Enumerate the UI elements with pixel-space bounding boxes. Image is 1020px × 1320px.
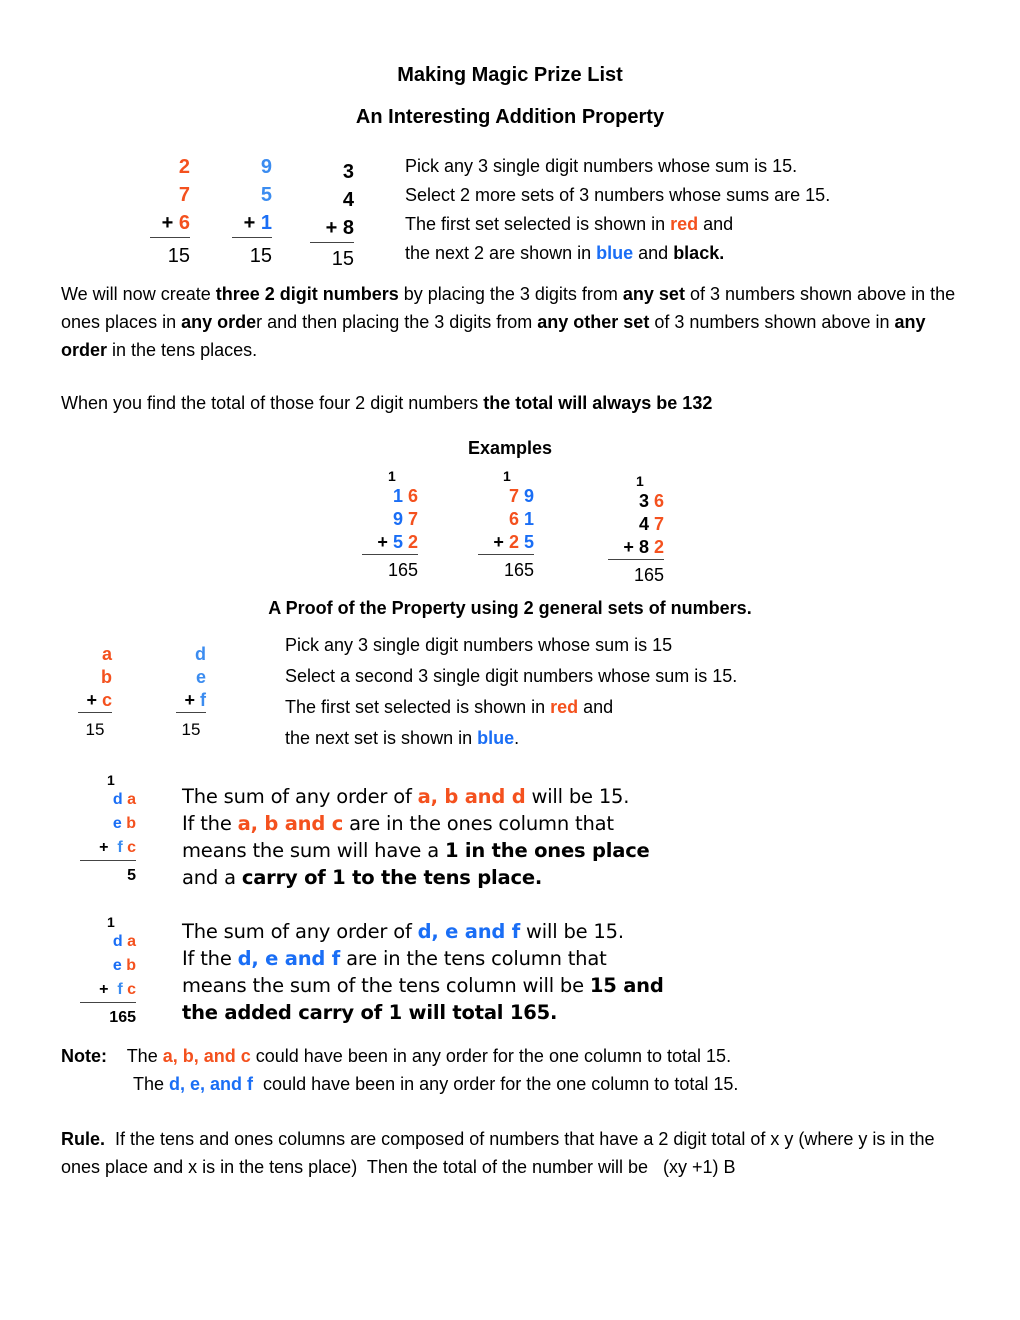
example-total: 165 [387,560,418,580]
example-1: 1 1 6 9 7 + 5 2 165 [362,467,418,582]
total-statement: When you find the total of those four 2 … [61,393,713,413]
digit: 9 [260,156,272,178]
step1-text: The sum of any order of a, b and d will … [182,785,650,889]
digit: 2 [178,156,190,178]
digit: 8 [342,217,354,239]
intro-line: Select 2 more sets of 3 numbers whose su… [405,185,831,205]
rule: Rule. If the tens and ones columns are c… [61,1129,940,1177]
set-sum: 15 [249,245,272,267]
intro-line: Pick any 3 single digit numbers whose su… [405,156,798,176]
proof-line: The first set selected is shown in red a… [285,697,614,717]
step2-text: The sum of any order of d, e and f will … [182,920,664,1024]
proof-line: the next set is shown in blue. [285,728,520,748]
plus-sign: + [161,212,174,234]
proof-blue-set: d e + f 15 [176,643,206,744]
set-sum: 15 [331,248,354,270]
intro-line: the next 2 are shown in blue and black. [405,243,725,263]
page-title: Making Magic Prize List [397,64,623,86]
set-sum: 15 [167,245,190,267]
explanation-paragraph: We will now create three 2 digit numbers… [61,284,956,360]
proof-line: Pick any 3 single digit numbers whose su… [285,635,673,655]
carry: 1 [636,473,644,489]
intro-line: The first set selected is shown in red a… [405,214,734,234]
step2-total: 165 [109,1009,136,1026]
digit: 5 [260,184,272,206]
set-black: 3 4 + 8 15 [310,158,354,273]
digit: 1 [260,212,272,234]
plus-sign: + [243,212,256,234]
proof-line: Select a second 3 single digit numbers w… [285,666,738,686]
example-total: 165 [503,560,534,580]
proof-text: Pick any 3 single digit numbers whose su… [285,630,737,754]
set-red: 2 7 + 6 15 [150,153,190,270]
proof-heading: A Proof of the Property using 2 general … [268,598,752,618]
step1-total: 5 [127,867,136,884]
examples-heading: Examples [467,438,553,458]
intro-text: Pick any 3 single digit numbers whose su… [405,152,830,268]
digit: 7 [178,184,190,206]
proof-red-set: a b + c 15 [78,643,112,744]
example-3: 1 3 6 4 7 + 8 2 165 [608,472,664,587]
note-label: Note: [61,1046,107,1066]
example-total: 165 [633,565,664,585]
digit: 4 [342,189,354,211]
carry: 1 [388,468,396,484]
set-blue: 9 5 + 1 15 [232,153,272,270]
digit: 3 [342,161,354,183]
note: Note: The a, b, and c could have been in… [61,1046,739,1094]
step1-column: 1 d a e b + f c 5 [80,772,136,889]
digit: 6 [178,212,190,234]
example-2: 1 7 9 6 1 + 2 5 165 [478,467,534,582]
page-subtitle: An Interesting Addition Property [355,106,665,128]
rule-label: Rule. [61,1129,106,1149]
plus-sign: + [325,217,338,239]
carry: 1 [503,468,511,484]
step2-column: 1 d a e b + f c 165 [80,914,136,1031]
